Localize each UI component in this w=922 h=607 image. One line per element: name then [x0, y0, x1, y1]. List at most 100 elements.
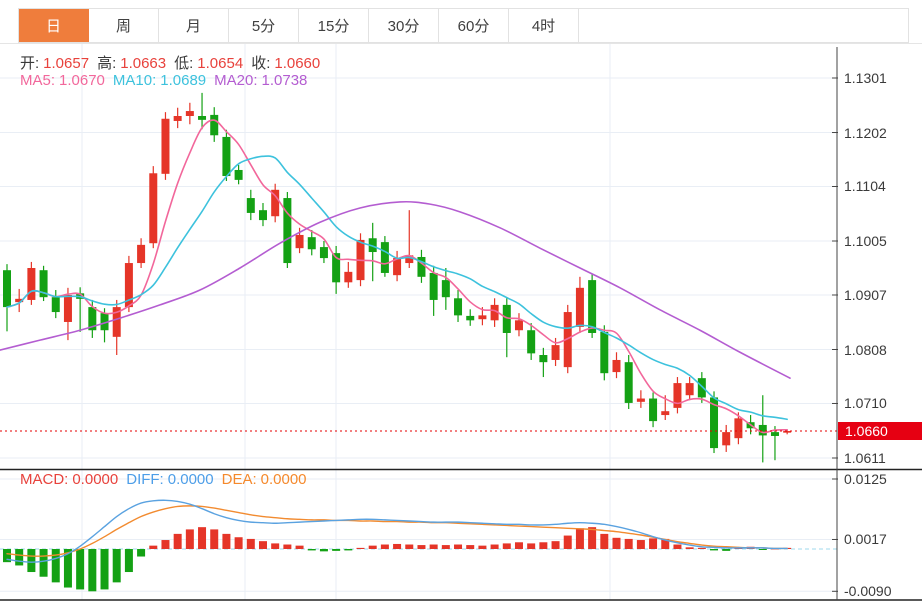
- macd-bar: [149, 545, 158, 549]
- tabbar-filler: [579, 9, 908, 42]
- macd-bar: [356, 547, 365, 549]
- macd-bar: [124, 549, 133, 573]
- macd-bar: [600, 533, 609, 549]
- candle-body: [210, 114, 219, 136]
- value: 1.0670: [59, 72, 105, 89]
- tab-m15[interactable]: 15分: [299, 9, 369, 42]
- label: 低:: [174, 55, 194, 72]
- label: MA20:: [214, 72, 258, 89]
- label: 高:: [97, 55, 117, 72]
- macd-bar: [722, 549, 731, 551]
- candle-body: [612, 359, 621, 373]
- macd-bar: [429, 544, 438, 549]
- macd-axis-label: 0.0017: [844, 531, 887, 548]
- candle-body: [283, 198, 292, 264]
- macd-bar: [551, 541, 560, 549]
- candle-body: [600, 331, 609, 374]
- label: 收:: [251, 55, 271, 72]
- chart-canvas[interactable]: [0, 0, 922, 607]
- price-axis-label: 1.0808: [844, 341, 887, 358]
- candle-body: [551, 345, 560, 360]
- macd-bar: [344, 549, 353, 551]
- macd-bar: [246, 538, 255, 549]
- macd-bar: [15, 549, 24, 566]
- macd-bar: [624, 538, 633, 549]
- candle-body: [429, 272, 438, 300]
- candle-body: [307, 237, 316, 250]
- candle-body: [722, 432, 731, 446]
- macd-bar: [405, 544, 414, 549]
- price-axis-label: 1.1104: [844, 178, 886, 195]
- macd-bar: [234, 537, 243, 549]
- candle-body: [478, 315, 487, 320]
- macd-bar: [478, 545, 487, 549]
- macd-bar: [636, 540, 645, 549]
- candle-body: [185, 111, 194, 116]
- macd-bar: [502, 543, 511, 549]
- candle-body: [734, 418, 743, 439]
- macd-bar: [393, 543, 402, 549]
- tab-month[interactable]: 月: [159, 9, 229, 42]
- macd-bar: [710, 549, 719, 551]
- macd-bar: [697, 547, 706, 549]
- candle-body: [575, 287, 584, 327]
- macd-bar: [612, 537, 621, 549]
- price-axis-label: 1.1202: [844, 124, 887, 141]
- macd-readout: MACD: 0.0000 DIFF: 0.0000 DEA: 0.0000: [20, 471, 315, 488]
- ohlc-high: 高: 1.0663: [97, 52, 170, 73]
- macd-bar: [673, 544, 682, 549]
- candle-body: [539, 355, 548, 363]
- macd-bar: [454, 544, 463, 549]
- macd-bar: [161, 540, 170, 549]
- candle-body: [661, 411, 670, 416]
- value: 1.0657: [43, 55, 90, 72]
- macd-bar: [198, 527, 207, 549]
- value: 1.0663: [120, 55, 167, 72]
- ohlc-close: 收: 1.0660: [251, 52, 324, 73]
- macd-bar: [563, 535, 572, 549]
- last-price-badge: 1.0660: [838, 422, 922, 440]
- candle-body: [295, 234, 304, 249]
- candle-body: [454, 298, 463, 316]
- ma-ma10: MA10: 1.0689: [113, 72, 210, 89]
- ma10-line: [6, 155, 788, 421]
- value: 1.0738: [261, 72, 308, 89]
- macd-bar: [100, 549, 109, 590]
- tab-h4[interactable]: 4时: [509, 9, 579, 42]
- label: 开:: [20, 55, 40, 72]
- timeframe-tabs: 日周月 5分 15分 30分 60分 4时: [18, 8, 909, 43]
- candle-body: [319, 247, 328, 259]
- macd-dea: DEA: 0.0000: [222, 471, 311, 488]
- ma-readout: MA5: 1.0670 MA10: 1.0689 MA20: 1.0738: [20, 72, 315, 89]
- tab-m60[interactable]: 60分: [439, 9, 509, 42]
- candle-body: [758, 424, 767, 436]
- macd-bar: [588, 527, 597, 549]
- macd-axis-label: 0.0125: [844, 471, 887, 487]
- macd-bar: [575, 528, 584, 549]
- macd-bar: [258, 541, 267, 549]
- value: 0.0000: [167, 471, 214, 488]
- label: DIFF:: [126, 471, 164, 488]
- candle-body: [624, 362, 633, 403]
- macd-bar: [271, 543, 280, 549]
- tab-day[interactable]: 日: [19, 9, 89, 42]
- macd-bar: [417, 545, 426, 549]
- macd-bar: [466, 545, 475, 549]
- macd-bar: [27, 549, 36, 573]
- candle-body: [161, 118, 170, 174]
- value: 1.0689: [160, 72, 207, 89]
- candle-body: [63, 294, 72, 322]
- macd-bar: [368, 545, 377, 549]
- tab-m5[interactable]: 5分: [229, 9, 299, 42]
- macd-bar: [185, 529, 194, 549]
- label: MACD:: [20, 471, 69, 488]
- candle-body: [198, 116, 207, 120]
- macd-bar: [649, 538, 658, 549]
- price-axis-label: 1.1301: [844, 70, 887, 86]
- tab-m30[interactable]: 30分: [369, 9, 439, 42]
- tab-week[interactable]: 周: [89, 9, 159, 42]
- value: 0.0000: [72, 471, 119, 488]
- candle-body: [441, 280, 450, 298]
- macd-bar: [210, 529, 219, 549]
- price-axis-label: 1.0907: [844, 286, 887, 303]
